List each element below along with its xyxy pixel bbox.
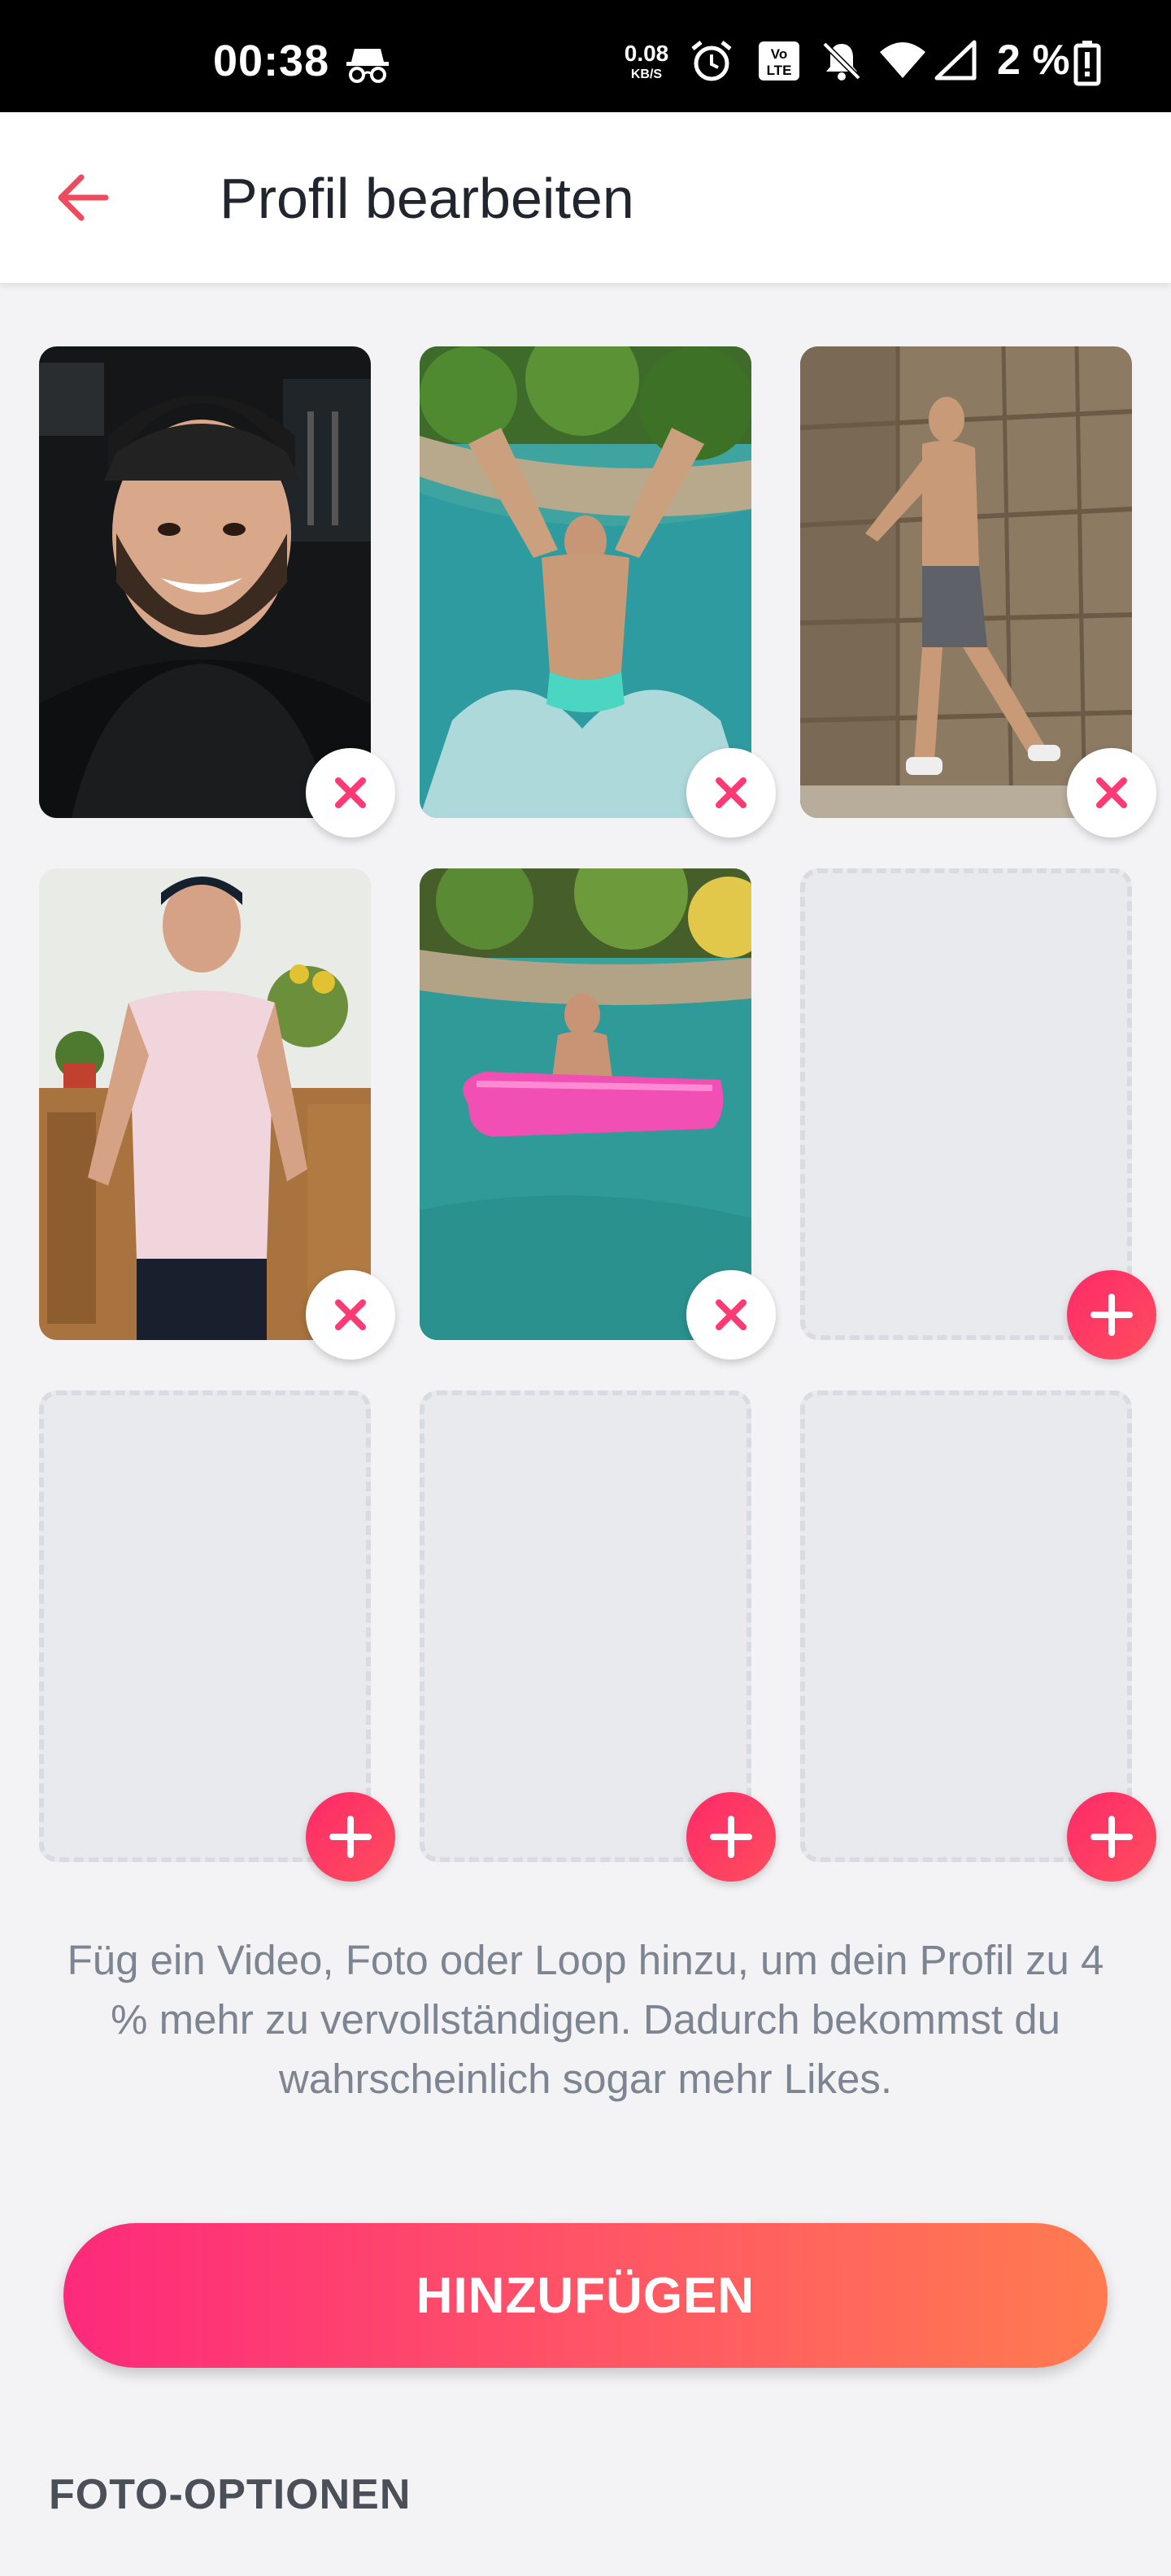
photo-tile[interactable] — [39, 346, 371, 818]
close-icon — [1096, 777, 1127, 808]
profile-photo — [420, 346, 751, 818]
profile-photo — [39, 346, 371, 818]
profile-photo — [800, 346, 1132, 818]
alarm-icon — [690, 39, 734, 87]
add-photo-button[interactable] — [306, 1792, 395, 1882]
profile-completion-hint: Füg ein Video, Foto oder Loop hinzu, um … — [67, 1937, 1104, 2102]
plus-icon — [1090, 1816, 1133, 1858]
add-photo-button[interactable] — [1067, 1270, 1156, 1360]
photo-slot-empty[interactable] — [39, 1390, 371, 1862]
plus-icon — [329, 1816, 372, 1858]
remove-photo-button[interactable] — [306, 1270, 395, 1360]
photo-slot-empty[interactable] — [420, 1390, 751, 1862]
battery-icon — [1073, 41, 1101, 90]
remove-photo-button[interactable] — [306, 748, 395, 838]
plus-icon — [710, 1816, 752, 1858]
mute-icon — [820, 39, 864, 87]
close-icon — [716, 1299, 747, 1330]
status-time: 00:38 — [213, 37, 330, 85]
add-photo-button[interactable] — [686, 1792, 776, 1882]
photo-slot-empty[interactable] — [800, 868, 1132, 1340]
photo-tile[interactable] — [420, 868, 751, 1340]
page-title: Profil bearbeiten — [220, 167, 634, 230]
add-media-button[interactable]: HINZUFÜGEN — [63, 2223, 1108, 2368]
incognito-icon — [343, 44, 392, 89]
add-photo-button[interactable] — [1067, 1792, 1156, 1882]
back-button[interactable] — [49, 161, 122, 234]
photo-tile[interactable] — [39, 868, 371, 1340]
network-speed: 0.08 KB/S — [624, 41, 669, 81]
arrow-left-icon — [58, 174, 109, 221]
photo-tile[interactable] — [800, 346, 1132, 818]
plus-icon — [1090, 1294, 1133, 1336]
svg-text:Vo: Vo — [771, 46, 787, 62]
photo-tile[interactable] — [420, 346, 751, 818]
battery-percent: 2 % — [997, 37, 1070, 84]
close-icon — [335, 777, 366, 808]
close-icon — [716, 777, 747, 808]
close-icon — [335, 1299, 366, 1330]
photo-slot-empty[interactable] — [800, 1390, 1132, 1862]
app-header: Profil bearbeiten — [0, 112, 1171, 283]
svg-text:LTE: LTE — [767, 63, 792, 78]
photo-options-title: FOTO-OPTIONEN — [49, 2471, 411, 2518]
remove-photo-button[interactable] — [686, 748, 776, 838]
volte-icon: Vo LTE — [756, 39, 802, 87]
remove-photo-button[interactable] — [686, 1270, 776, 1360]
wifi-icon — [878, 39, 927, 85]
status-bar: 00:38 0.08 KB/S Vo LTE 2 % — [0, 0, 1171, 112]
remove-photo-button[interactable] — [1067, 748, 1156, 838]
signal-icon — [934, 39, 977, 85]
profile-photo — [39, 868, 371, 1340]
profile-photo — [420, 868, 751, 1340]
